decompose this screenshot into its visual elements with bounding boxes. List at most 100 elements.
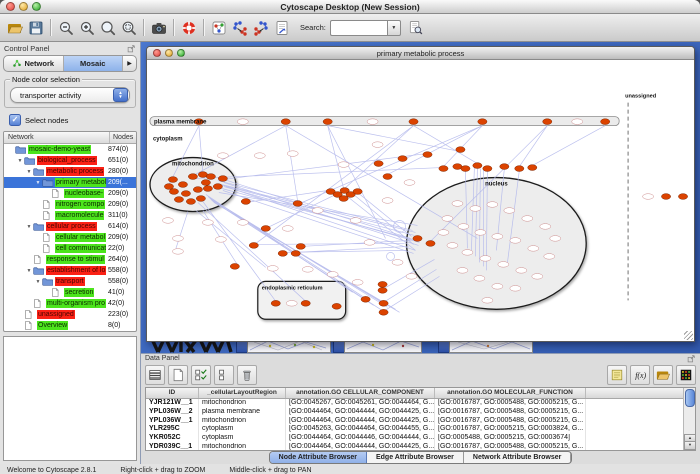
network-node[interactable]	[296, 244, 305, 250]
network-node[interactable]	[213, 184, 222, 190]
disclosure-triangle-icon[interactable]: ▼	[16, 158, 24, 164]
network-node[interactable]	[515, 166, 524, 172]
node-color-dropdown[interactable]: transporter activity ▲▼	[10, 87, 130, 103]
network-node[interactable]	[353, 189, 362, 195]
layout-a-icon[interactable]	[229, 17, 250, 38]
open-session-icon[interactable]	[4, 17, 25, 38]
matrix-view-icon[interactable]	[676, 365, 696, 385]
attribute-editor-icon[interactable]	[607, 365, 627, 385]
attribute-table-icon[interactable]	[145, 365, 165, 385]
network-node[interactable]	[378, 287, 387, 293]
network-node[interactable]	[339, 196, 348, 202]
float-panel-icon[interactable]	[127, 44, 136, 53]
tab-mosaic[interactable]: Mosaic	[64, 56, 124, 71]
network-view-window[interactable]: primary metabolic process plasma membran…	[146, 46, 695, 342]
network-node[interactable]	[678, 194, 687, 200]
tab-node-attribute-browser[interactable]: Node Attribute Browser	[270, 452, 367, 463]
network-node[interactable]	[218, 176, 227, 182]
column-header[interactable]: _cellularLayoutRegion	[199, 388, 286, 398]
table-row[interactable]: YJR121W__1mitochondrion[GO:0045267, GO:0…	[146, 399, 695, 408]
network-node[interactable]	[193, 187, 202, 193]
network-node[interactable]	[203, 186, 212, 192]
network-window-titlebar[interactable]: primary metabolic process	[147, 47, 694, 60]
tree-row[interactable]: Overview8(0)	[4, 320, 136, 331]
tree-row[interactable]: ▼cellular process614(0)	[4, 221, 136, 232]
table-row[interactable]: YKR052Ccytoplasm[GO:0044464, GO:0044446,…	[146, 434, 695, 443]
search-input[interactable]	[330, 20, 387, 36]
float-panel-icon[interactable]	[687, 354, 696, 363]
network-node[interactable]	[249, 243, 258, 249]
snapshot-icon[interactable]	[148, 17, 169, 38]
minimize-button[interactable]	[19, 2, 28, 11]
network-node[interactable]	[378, 281, 387, 287]
table-row[interactable]: YLR295Ccytoplasm[GO:0045263, GO:0044464,…	[146, 425, 695, 434]
table-scrollbar[interactable]: ▲ ▼	[683, 388, 695, 450]
network-node[interactable]	[439, 166, 448, 172]
tree-column-nodes[interactable]: Nodes	[110, 134, 136, 141]
tree-row[interactable]: cell communicat22(0)	[4, 243, 136, 254]
network-node[interactable]	[601, 119, 610, 125]
tree-row[interactable]: multi-organism pro42(0)	[4, 298, 136, 309]
delete-attribute-icon[interactable]	[237, 365, 257, 385]
network-node[interactable]	[230, 263, 239, 269]
table-row[interactable]: YPL036W__1mitochondrion[GO:0044464, GO:0…	[146, 417, 695, 426]
tree-row[interactable]: ▼biological_process651(0)	[4, 155, 136, 166]
network-node[interactable]	[278, 251, 287, 257]
network-node[interactable]	[478, 119, 487, 125]
network-node[interactable]	[196, 196, 205, 202]
tree-row[interactable]: nucleobase-209(0)	[4, 188, 136, 199]
disclosure-triangle-icon[interactable]: ▼	[34, 279, 42, 285]
vizmapper-icon[interactable]	[271, 17, 292, 38]
zoom-fit-icon[interactable]	[97, 17, 118, 38]
select-attributes-icon[interactable]	[191, 365, 211, 385]
new-attribute-icon[interactable]	[168, 365, 188, 385]
disclosure-triangle-icon[interactable]: ▼	[34, 180, 42, 186]
tree-row[interactable]: macromolecule311(0)	[4, 210, 136, 221]
network-node[interactable]	[261, 226, 270, 232]
zoom-button[interactable]	[177, 49, 185, 57]
resize-grip[interactable]	[684, 331, 693, 340]
close-button[interactable]	[153, 49, 161, 57]
network-node[interactable]	[186, 199, 195, 205]
network-node[interactable]	[332, 303, 341, 309]
zoom-selected-icon[interactable]	[118, 17, 139, 38]
zoom-out-icon[interactable]	[55, 17, 76, 38]
close-button[interactable]	[6, 2, 15, 11]
network-node[interactable]	[473, 163, 482, 169]
network-canvas[interactable]: plasma membranecytoplasmmitochondrionnuc…	[148, 60, 693, 341]
network-node[interactable]	[461, 166, 470, 172]
disclosure-triangle-icon[interactable]: ▼	[25, 169, 33, 175]
network-node[interactable]	[409, 119, 418, 125]
network-node[interactable]	[379, 300, 388, 306]
tree-row[interactable]: ▼primary metabol209(...	[4, 177, 136, 188]
disclosure-triangle-icon[interactable]: ▼	[25, 224, 33, 230]
help-icon[interactable]	[178, 17, 199, 38]
network-node[interactable]	[188, 174, 197, 180]
network-node[interactable]	[164, 184, 173, 190]
column-header[interactable]: annotation.GO CELLULAR_COMPONENT	[286, 388, 435, 398]
tab-edge-attribute-browser[interactable]: Edge Attribute Browser	[367, 452, 464, 463]
network-node[interactable]	[361, 296, 370, 302]
tree-row[interactable]: ▼establishment of lo558(0)	[4, 265, 136, 276]
network-node[interactable]	[661, 194, 670, 200]
disclosure-triangle-icon[interactable]: ▼	[25, 268, 33, 274]
tab-overflow-button[interactable]: ▶	[123, 56, 136, 71]
network-node[interactable]	[398, 156, 407, 162]
tree-row[interactable]: cellular metabol209(0)	[4, 232, 136, 243]
tree-row[interactable]: unassigned223(0)	[4, 309, 136, 320]
network-node[interactable]	[483, 166, 492, 172]
network-node[interactable]	[241, 199, 250, 205]
network-node[interactable]	[413, 236, 422, 242]
tree-row[interactable]: ▼metabolic process280(0)	[4, 166, 136, 177]
network-node[interactable]	[423, 152, 432, 158]
unselect-attributes-icon[interactable]	[214, 365, 234, 385]
tab-network[interactable]: Network	[4, 56, 64, 71]
network-node[interactable]	[291, 251, 300, 257]
tree-row[interactable]: secretion41(0)	[4, 287, 136, 298]
network-node[interactable]	[379, 309, 388, 315]
network-node[interactable]	[323, 119, 332, 125]
table-row[interactable]: YPL036W__2plasma membrane[GO:0044464, GO…	[146, 408, 695, 417]
network-node[interactable]	[174, 197, 183, 203]
table-row[interactable]: YDR039C__1mitochondrion[GO:0044464, GO:0…	[146, 443, 695, 451]
minimize-button[interactable]	[165, 49, 173, 57]
